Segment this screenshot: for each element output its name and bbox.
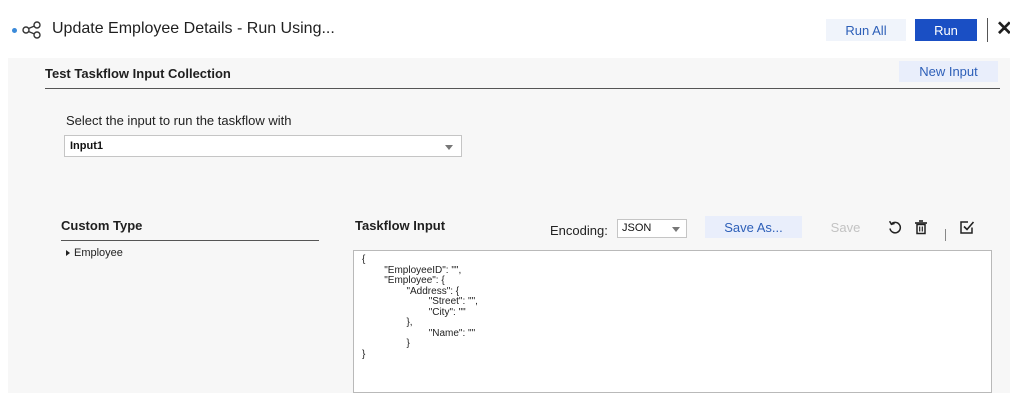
- reset-icon[interactable]: [887, 219, 903, 235]
- trash-icon[interactable]: [913, 219, 929, 235]
- tree-item-label: Employee: [74, 247, 123, 259]
- custom-type-title: Custom Type: [61, 218, 143, 233]
- close-icon[interactable]: ✕: [996, 16, 1010, 41]
- header-divider: [987, 18, 988, 42]
- header-bar: Update Employee Details - Run Using... R…: [0, 0, 1010, 58]
- encoding-select[interactable]: JSON: [617, 219, 687, 238]
- input-select-label: Select the input to run the taskflow wit…: [66, 113, 292, 128]
- custom-type-divider: [61, 240, 319, 241]
- taskflow-input-editor[interactable]: { "EmployeeID": "", "Employee": { "Addre…: [353, 250, 992, 393]
- encoding-select-value: JSON: [622, 222, 652, 234]
- expand-arrow-icon[interactable]: [66, 250, 70, 257]
- run-all-button[interactable]: Run All: [826, 19, 906, 41]
- input-select-value: Input1: [70, 140, 103, 152]
- flow-icon: [22, 21, 41, 39]
- encoding-label: Encoding:: [550, 223, 608, 238]
- input-select[interactable]: Input1: [64, 135, 462, 157]
- run-button[interactable]: Run: [915, 19, 977, 41]
- save-button[interactable]: Save: [812, 216, 879, 238]
- new-input-button[interactable]: New Input: [899, 61, 998, 82]
- collection-title: Test Taskflow Input Collection: [45, 66, 231, 81]
- chevron-down-icon: [445, 145, 453, 150]
- taskflow-input-title: Taskflow Input: [355, 218, 446, 233]
- page-title: Update Employee Details - Run Using...: [52, 20, 335, 37]
- status-dot: [12, 28, 17, 33]
- section-divider: [45, 88, 1000, 89]
- validate-icon[interactable]: [959, 219, 975, 235]
- taskflow-input-content[interactable]: { "EmployeeID": "", "Employee": { "Addre…: [354, 251, 991, 364]
- tree-item-employee[interactable]: Employee: [66, 247, 123, 259]
- chevron-down-icon: [672, 227, 680, 232]
- toolbar-divider: [945, 229, 946, 241]
- save-as-button[interactable]: Save As...: [705, 216, 802, 238]
